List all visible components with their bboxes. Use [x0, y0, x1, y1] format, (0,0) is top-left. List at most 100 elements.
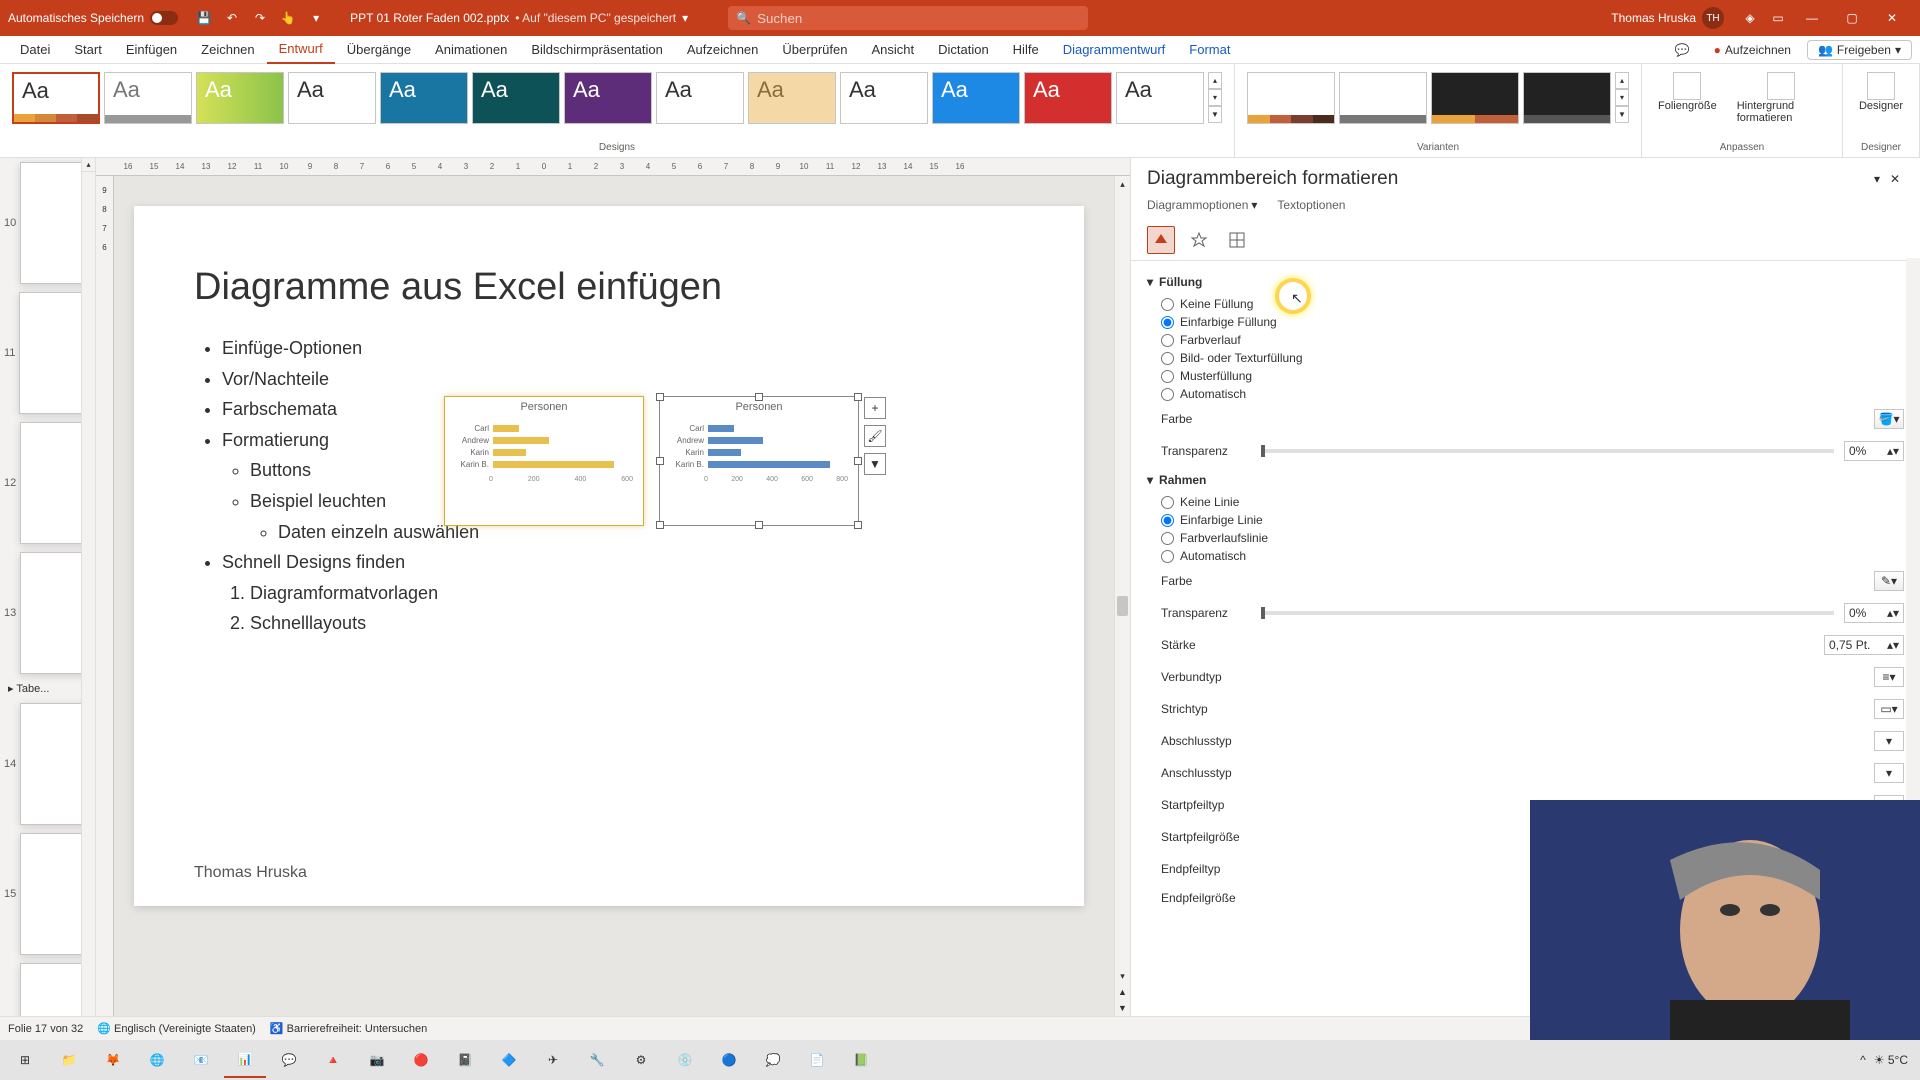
theme-thumbnail[interactable]: Aa [104, 72, 192, 124]
ribbon-display-icon[interactable]: ▭ [1768, 8, 1788, 28]
transparency-spinner[interactable]: 0%▴▾ [1844, 603, 1904, 623]
gallery-up-icon[interactable]: ▴ [1208, 72, 1222, 89]
prev-slide-icon[interactable]: ▲ [1115, 984, 1130, 1000]
theme-thumbnail[interactable]: Aa [196, 72, 284, 124]
text-options-tab[interactable]: Textoptionen [1277, 198, 1345, 212]
cap-combo[interactable]: ▾ [1874, 731, 1904, 751]
firefox-icon[interactable]: 🦊 [92, 1042, 134, 1078]
tab-uebergaenge[interactable]: Übergänge [335, 36, 423, 64]
slide-thumbnails[interactable]: 10 11 12 13 ▸ Tabe... 14 15 16 17 18 19 … [0, 158, 96, 1016]
touch-mode-icon[interactable]: 👆 [278, 8, 298, 28]
save-icon[interactable]: 💾 [194, 8, 214, 28]
border-option-solid[interactable]: Einfarbige Linie [1147, 511, 1904, 529]
file-explorer-icon[interactable]: 📁 [48, 1042, 90, 1078]
resize-handle[interactable] [755, 393, 763, 401]
chrome-icon[interactable]: 🌐 [136, 1042, 178, 1078]
app-icon[interactable]: 🔵 [708, 1042, 750, 1078]
variant-thumbnail[interactable] [1523, 72, 1611, 124]
app-icon[interactable]: 🔧 [576, 1042, 618, 1078]
border-option-auto[interactable]: Automatisch [1147, 547, 1904, 565]
chart-options-tab[interactable]: Diagrammoptionen ▾ [1147, 198, 1257, 212]
join-combo[interactable]: ▾ [1874, 763, 1904, 783]
resize-handle[interactable] [854, 457, 862, 465]
embedded-chart-2[interactable]: Personen CarlAndrewKarinKarin B. 0200400… [659, 396, 859, 526]
thumbnail-scrollbar[interactable]: ▴ [81, 158, 95, 1016]
app-icon[interactable]: 💿 [664, 1042, 706, 1078]
search-input[interactable] [757, 11, 1080, 26]
chart-styles-button[interactable]: 🖌 [864, 425, 886, 447]
theme-thumbnail[interactable]: Aa [1116, 72, 1204, 124]
variant-thumbnail[interactable] [1247, 72, 1335, 124]
effects-icon[interactable] [1185, 226, 1213, 254]
scroll-up-icon[interactable]: ▴ [1115, 176, 1130, 192]
app-icon[interactable]: ⚙ [620, 1042, 662, 1078]
app-icon[interactable]: 📄 [796, 1042, 838, 1078]
tab-animationen[interactable]: Animationen [423, 36, 519, 64]
width-spinner[interactable]: 0,75 Pt.▴▾ [1824, 635, 1904, 655]
undo-icon[interactable]: ↶ [222, 8, 242, 28]
variant-up-icon[interactable]: ▴ [1615, 72, 1629, 89]
variant-thumbnail[interactable] [1339, 72, 1427, 124]
pane-close-icon[interactable]: ✕ [1886, 172, 1904, 186]
theme-thumbnail[interactable]: Aa [656, 72, 744, 124]
theme-thumbnail[interactable]: Aa [288, 72, 376, 124]
slide-size-button[interactable]: Foliengröße [1650, 68, 1725, 128]
auto-save-toggle[interactable]: Automatisches Speichern [8, 11, 178, 25]
tab-bildschirmpraesentation[interactable]: Bildschirmpräsentation [519, 36, 675, 64]
resize-handle[interactable] [854, 521, 862, 529]
scroll-up-icon[interactable]: ▴ [82, 158, 95, 172]
resize-handle[interactable] [755, 521, 763, 529]
start-button[interactable]: ⊞ [4, 1042, 46, 1078]
tab-datei[interactable]: Datei [8, 36, 62, 64]
search-box[interactable]: 🔍 [728, 6, 1088, 30]
transparency-slider[interactable] [1261, 611, 1834, 615]
qat-more-icon[interactable]: ▾ [306, 8, 326, 28]
gallery-more-icon[interactable]: ▼ [1208, 106, 1222, 123]
tab-start[interactable]: Start [62, 36, 113, 64]
canvas-scrollbar[interactable]: ▴ ▾ ▲ ▼ [1114, 176, 1130, 1016]
maximize-icon[interactable]: ▢ [1832, 0, 1872, 36]
tab-entwurf[interactable]: Entwurf [267, 36, 335, 64]
variant-down-icon[interactable]: ▾ [1615, 89, 1629, 106]
border-option-none[interactable]: Keine Linie [1147, 493, 1904, 511]
tab-dictation[interactable]: Dictation [926, 36, 1001, 64]
scrollbar-thumb[interactable] [1117, 596, 1128, 616]
slide-counter[interactable]: Folie 17 von 32 [8, 1023, 83, 1035]
tab-zeichnen[interactable]: Zeichnen [189, 36, 266, 64]
app-icon[interactable]: 💬 [268, 1042, 310, 1078]
tab-ueberpruefen[interactable]: Überprüfen [770, 36, 859, 64]
resize-handle[interactable] [656, 521, 664, 529]
telegram-icon[interactable]: ✈ [532, 1042, 574, 1078]
toggle-switch[interactable] [150, 11, 178, 25]
border-section-header[interactable]: ▾ Rahmen [1147, 467, 1904, 493]
theme-thumbnail[interactable]: Aa [748, 72, 836, 124]
theme-thumbnail[interactable]: Aa [1024, 72, 1112, 124]
fill-option-auto[interactable]: Automatisch [1147, 385, 1904, 403]
chevron-down-icon[interactable]: ▾ [682, 11, 688, 25]
app-icon[interactable]: 💭 [752, 1042, 794, 1078]
tab-hilfe[interactable]: Hilfe [1001, 36, 1051, 64]
theme-thumbnail[interactable]: Aa [472, 72, 560, 124]
visio-icon[interactable]: 🔷 [488, 1042, 530, 1078]
onenote-icon[interactable]: 📓 [444, 1042, 486, 1078]
chart-filters-button[interactable]: ▼ [864, 453, 886, 475]
app-icon[interactable]: 🔴 [400, 1042, 442, 1078]
powerpoint-icon[interactable]: 📊 [224, 1042, 266, 1078]
fill-option-gradient[interactable]: Farbverlauf [1147, 331, 1904, 349]
compound-combo[interactable]: ≡▾ [1874, 667, 1904, 687]
border-color-button[interactable]: ✎▾ [1874, 571, 1904, 591]
fill-option-pattern[interactable]: Musterfüllung [1147, 367, 1904, 385]
variant-thumbnail[interactable] [1431, 72, 1519, 124]
theme-thumbnail[interactable]: Aa [12, 72, 100, 124]
accessibility-status[interactable]: ♿ Barrierefreiheit: Untersuchen [270, 1022, 427, 1035]
excel-icon[interactable]: 📗 [840, 1042, 882, 1078]
gallery-down-icon[interactable]: ▾ [1208, 89, 1222, 106]
dash-combo[interactable]: ▭▾ [1874, 699, 1904, 719]
tab-einfuegen[interactable]: Einfügen [114, 36, 189, 64]
document-title[interactable]: PPT 01 Roter Faden 002.pptx • Auf "diese… [350, 11, 688, 25]
fill-section-header[interactable]: ▾ Füllung [1147, 269, 1904, 295]
next-slide-icon[interactable]: ▼ [1115, 1000, 1130, 1016]
transparency-spinner[interactable]: 0%▴▾ [1844, 441, 1904, 461]
size-properties-icon[interactable] [1223, 226, 1251, 254]
record-button[interactable]: ●Aufzeichnen [1706, 41, 1799, 59]
